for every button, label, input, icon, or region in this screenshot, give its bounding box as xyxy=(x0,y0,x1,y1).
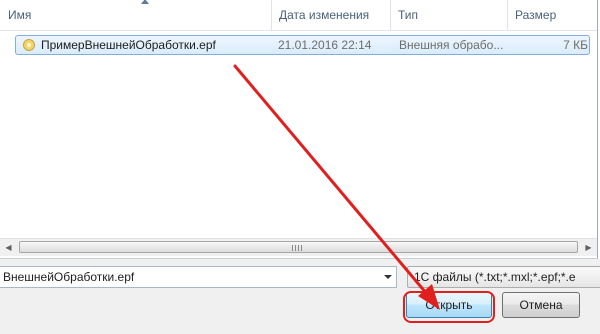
filename-combobox[interactable]: ВнешнейОбработки.epf xyxy=(0,266,397,288)
filename-input[interactable]: ВнешнейОбработки.epf xyxy=(3,267,134,287)
open-button[interactable]: Открыть xyxy=(406,292,492,318)
scrollbar-thumb[interactable] xyxy=(19,241,578,253)
column-header-row: Имя Дата изменения Тип Размер xyxy=(0,0,597,31)
file-type-filter[interactable]: 1С файлы (*.txt;*.mxl;*.epf;*.e xyxy=(407,266,600,288)
column-header-name[interactable]: Имя xyxy=(0,0,270,30)
file-date: 21.01.2016 22:14 xyxy=(278,38,372,52)
file-type: Внешняя обрабо... xyxy=(399,38,504,52)
file-list[interactable]: Имя Дата изменения Тип Размер ПримерВнеш… xyxy=(0,0,598,259)
file-row-selected[interactable]: ПримерВнешнейОбработки.epf 21.01.2016 22… xyxy=(15,35,590,55)
horizontal-scrollbar[interactable]: ◀ ▶ xyxy=(0,238,597,256)
file-name: ПримерВнешнейОбработки.epf xyxy=(41,38,216,52)
column-header-type[interactable]: Тип xyxy=(390,0,507,30)
file-type-filter-label: 1С файлы (*.txt;*.mxl;*.epf;*.e xyxy=(414,270,576,284)
open-file-dialog: Имя Дата изменения Тип Размер ПримерВнеш… xyxy=(0,0,600,334)
scroll-left-icon[interactable]: ◀ xyxy=(0,239,17,256)
cancel-button[interactable]: Отмена xyxy=(502,292,580,318)
sort-up-icon xyxy=(141,0,149,4)
dialog-footer: ВнешнейОбработки.epf 1С файлы (*.txt;*.m… xyxy=(0,259,600,334)
chevron-down-icon[interactable] xyxy=(384,275,392,279)
epf-file-icon xyxy=(23,39,35,51)
file-size: 7 КБ xyxy=(563,38,588,52)
scroll-right-icon[interactable]: ▶ xyxy=(580,239,597,256)
column-header-date[interactable]: Дата изменения xyxy=(271,0,390,30)
column-header-size[interactable]: Размер xyxy=(507,0,597,30)
grip-icon xyxy=(292,245,304,251)
